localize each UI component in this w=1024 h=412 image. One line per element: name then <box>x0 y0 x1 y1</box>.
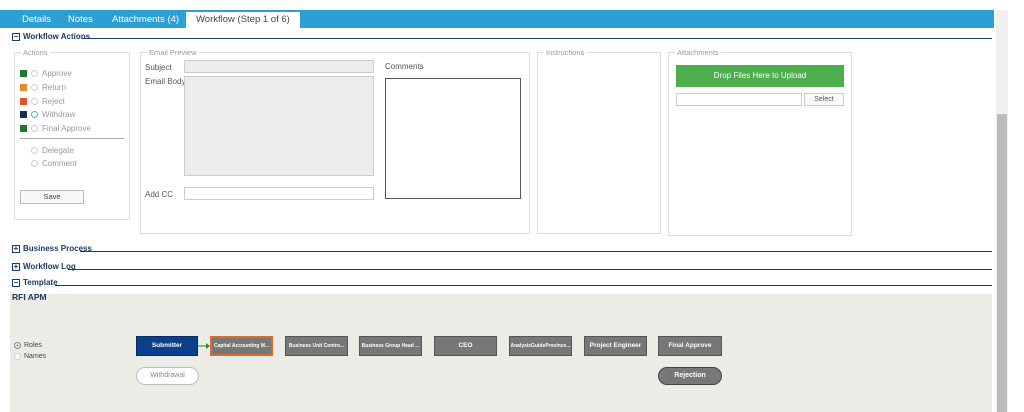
roles-radio[interactable] <box>14 342 21 349</box>
approve-color-swatch <box>20 69 27 77</box>
workflow-log-header[interactable]: + Workflow Log <box>12 262 76 271</box>
option-names[interactable]: Names <box>14 353 46 360</box>
option-roles[interactable]: Roles <box>14 342 42 349</box>
vertical-scrollbar[interactable] <box>996 10 1008 412</box>
save-button[interactable]: Save <box>20 190 84 204</box>
section-divider <box>80 251 992 252</box>
rejection-node[interactable]: Rejection <box>658 367 722 385</box>
file-name-field[interactable] <box>676 93 802 106</box>
file-drop-zone[interactable]: Drop Files Here to Upload <box>676 65 844 87</box>
action-withdraw[interactable]: Withdraw <box>20 109 75 119</box>
final-approve-radio[interactable] <box>31 124 38 132</box>
email-body-field[interactable] <box>184 76 374 176</box>
collapse-icon: − <box>12 277 20 287</box>
workflow-step-submitter[interactable]: Submitter <box>136 336 198 356</box>
section-divider <box>55 285 992 286</box>
tab-notes[interactable]: Notes <box>68 14 93 25</box>
tab-attachments[interactable]: Attachments (4) <box>112 14 179 25</box>
scrollbar-thumb[interactable] <box>997 114 1007 412</box>
workflow-actions-header[interactable]: − Workflow Actions <box>12 32 90 41</box>
action-approve[interactable]: Approve <box>20 68 72 78</box>
withdraw-radio[interactable] <box>31 110 38 118</box>
subject-field[interactable] <box>184 60 374 73</box>
section-divider <box>68 269 992 270</box>
names-radio[interactable] <box>14 353 21 360</box>
add-cc-label: Add CC <box>145 190 174 199</box>
subject-label: Subject <box>145 63 172 72</box>
attachments-legend: Attachments <box>675 48 721 57</box>
actions-divider <box>20 138 124 139</box>
workflow-step-project-engineer[interactable]: Project Engineer <box>584 336 647 356</box>
approve-radio[interactable] <box>31 69 38 77</box>
action-final-approve[interactable]: Final Approve <box>20 123 91 133</box>
email-preview-legend: Email Preview <box>147 48 199 57</box>
action-return[interactable]: Return <box>20 82 66 92</box>
template-header[interactable]: − Template <box>12 278 58 287</box>
actions-legend: Actions <box>21 48 50 57</box>
withdrawal-node[interactable]: Withdrawal <box>136 367 199 385</box>
expand-icon: + <box>12 261 20 271</box>
workflow-step-final-approve[interactable]: Final Approve <box>658 336 722 356</box>
section-title: Workflow Actions <box>23 32 91 41</box>
final-approve-color-swatch <box>20 124 27 132</box>
tab-details[interactable]: Details <box>22 14 51 25</box>
section-divider <box>82 38 992 39</box>
workflow-title: RFI APM <box>12 292 47 302</box>
comments-textarea[interactable] <box>385 78 521 199</box>
return-color-swatch <box>20 83 27 91</box>
action-reject[interactable]: Reject <box>20 96 65 106</box>
workflow-step-analysis-guide[interactable]: AnalysisGuideProvince... <box>509 336 572 356</box>
instructions-legend: Instructions <box>544 48 587 57</box>
expand-icon: + <box>12 243 20 253</box>
workflow-step-capital-accounting[interactable]: Capital Accounting M... <box>210 336 273 356</box>
return-radio[interactable] <box>31 83 38 91</box>
tab-workflow[interactable]: Workflow (Step 1 of 6) <box>186 12 300 28</box>
comment-radio[interactable] <box>31 159 38 167</box>
email-body-label: Email Body <box>145 77 186 86</box>
workflow-step-business-group[interactable]: Business Group Head ... <box>359 336 422 356</box>
workflow-step-business-unit[interactable]: Business Unit Contro... <box>285 336 348 356</box>
workflow-step-ceo[interactable]: CEO <box>434 336 497 356</box>
action-comment[interactable]: Comment <box>31 158 77 168</box>
action-delegate[interactable]: Delegate <box>31 145 74 155</box>
reject-color-swatch <box>20 97 27 105</box>
add-cc-field[interactable] <box>184 187 374 200</box>
comments-label: Comments <box>385 62 424 71</box>
reject-radio[interactable] <box>31 97 38 105</box>
delegate-radio[interactable] <box>31 146 38 154</box>
tab-bar: Details Notes Attachments (4) Workflow (… <box>0 10 994 28</box>
instructions-fieldset: Instructions <box>537 48 661 234</box>
collapse-icon: − <box>12 31 20 41</box>
section-title: Template <box>23 278 58 287</box>
withdraw-color-swatch <box>20 110 27 118</box>
select-file-button[interactable]: Select <box>804 93 844 106</box>
